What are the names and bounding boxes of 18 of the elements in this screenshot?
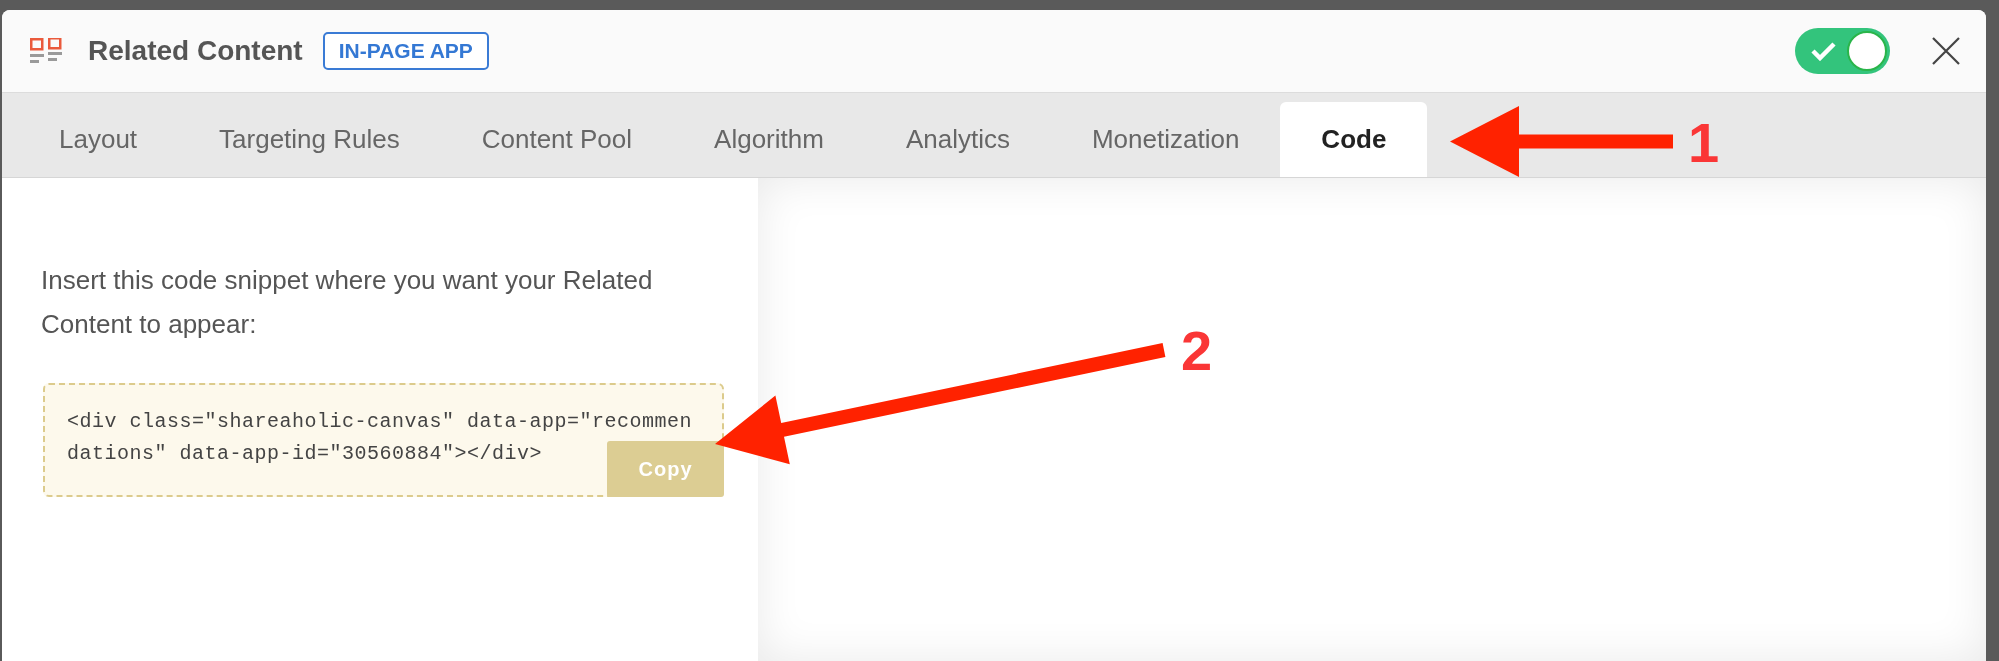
tab[interactable]: Analytics (864, 102, 1051, 177)
close-icon (1932, 37, 1960, 65)
tab[interactable]: Code (1280, 102, 1428, 177)
instruction-text: Insert this code snippet where you want your Related Content to appear: (41, 264, 654, 341)
logo-icon (30, 38, 62, 64)
toggle-switch[interactable] (1795, 28, 1890, 74)
toggle-knob (1847, 31, 1887, 71)
app-type-badge: IN-PAGE APP (322, 32, 489, 70)
close-button[interactable] (1932, 37, 1960, 65)
tab[interactable]: Layout (18, 102, 179, 177)
check-icon (1811, 41, 1836, 61)
tab[interactable]: Content Pool (440, 102, 674, 177)
window-title: Related Content (88, 34, 303, 68)
annotation-number: 1 (1688, 115, 1720, 171)
tab[interactable]: Algorithm (673, 102, 865, 177)
tab[interactable]: Monetization (1050, 102, 1281, 177)
annotation-number: 2 (1181, 323, 1213, 379)
tab[interactable]: Targeting Rules (178, 102, 441, 177)
